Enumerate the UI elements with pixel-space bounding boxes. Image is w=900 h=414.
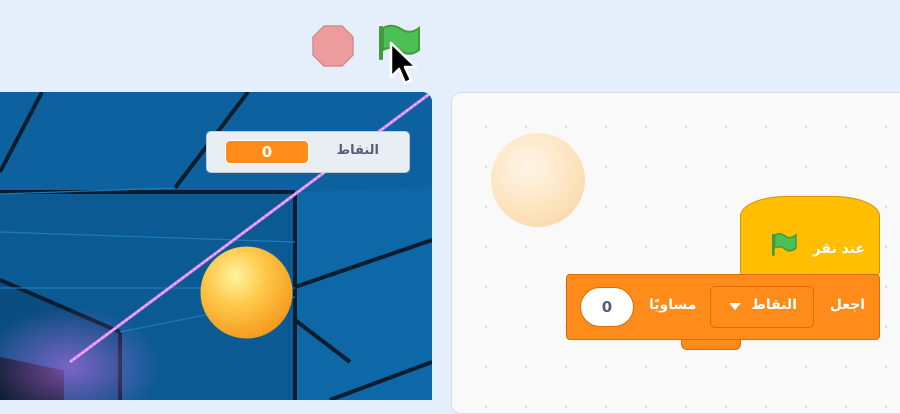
stage[interactable]: 0 النقاط	[0, 92, 432, 400]
green-flag-icon[interactable]	[374, 20, 424, 70]
set-variable-block[interactable]: اجعل النقاط مساويًا 0	[566, 274, 880, 340]
dropdown-arrow-icon	[729, 303, 741, 310]
monitor-label: النقاط	[336, 143, 379, 158]
code-area[interactable]: عند نقر اجعل النقاط مساويًا 0	[451, 92, 900, 414]
set-block-label: اجعل	[829, 297, 865, 313]
variable-monitor[interactable]: 0 النقاط	[206, 131, 410, 173]
variable-dropdown-value: النقاط	[751, 297, 797, 313]
stage-header	[0, 0, 900, 92]
variable-dropdown[interactable]: النقاط	[710, 286, 814, 328]
set-block-to-label: مساويًا	[649, 297, 697, 313]
sprite-thumbnail	[491, 133, 585, 227]
set-value-input[interactable]: 0	[580, 287, 634, 327]
green-flag-icon	[772, 232, 797, 256]
monitor-value: 0	[225, 140, 309, 164]
stop-icon[interactable]	[311, 24, 355, 68]
hat-block-label: عند نقر	[812, 241, 865, 257]
when-flag-clicked-block[interactable]: عند نقر	[740, 196, 880, 276]
block-notch	[681, 340, 741, 350]
ball-sprite[interactable]	[200, 246, 293, 339]
